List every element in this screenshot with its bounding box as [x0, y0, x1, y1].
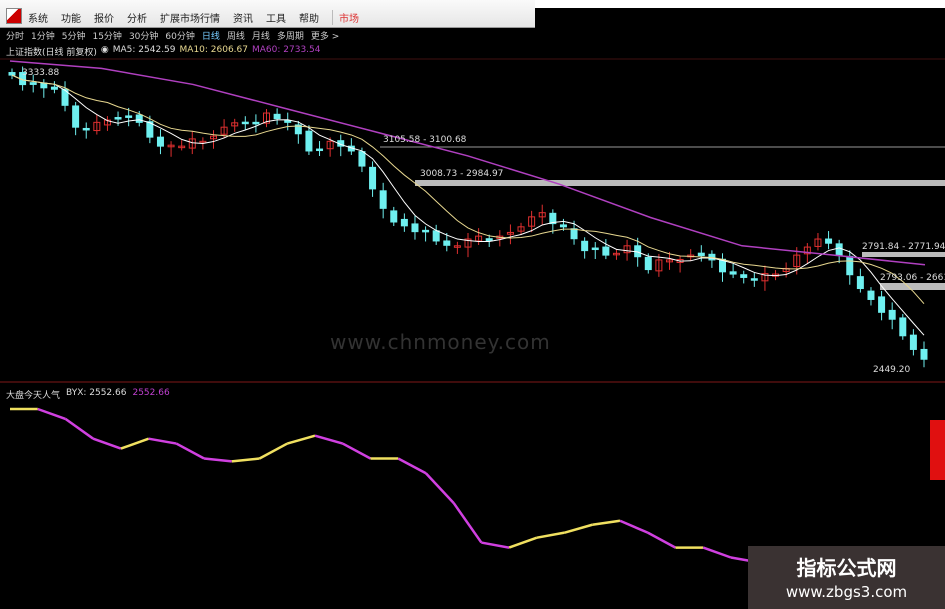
candle: [559, 224, 567, 228]
byx-segment: [92, 437, 122, 450]
indicator-info-bar: 大盘今天人气 BYX: 2552.66 2552.66: [6, 388, 170, 401]
candle: [50, 86, 58, 90]
candle: [390, 210, 398, 223]
watermark-title: 指标公式网: [796, 556, 897, 580]
candle: [72, 105, 80, 128]
candle: [125, 115, 133, 118]
byx-value-2: 2552.66: [132, 388, 170, 398]
indicator-name: 大盘今天人气: [6, 391, 61, 401]
byx-segment: [564, 523, 593, 534]
candle: [909, 334, 917, 350]
byx-segment: [203, 457, 232, 463]
candle: [697, 252, 705, 257]
candle: [114, 117, 122, 120]
watermark-url: www.zbgs3.com: [785, 583, 908, 601]
byx-segment: [647, 531, 677, 549]
byx-segment: [64, 417, 94, 440]
byx-value: BYX: 2552.66: [66, 388, 127, 398]
candle: [82, 127, 90, 131]
candle: [740, 274, 748, 278]
price-chart[interactable]: 3333.88 3105.58 - 3100.68 3008.73 - 2984…: [0, 0, 945, 609]
byx-segment: [702, 546, 732, 559]
level-label-2: 3008.73 - 2984.97: [420, 169, 503, 179]
byx-segment: [286, 434, 316, 445]
candle: [156, 136, 164, 147]
byx-segment: [258, 442, 288, 460]
candle: [422, 229, 430, 233]
candle: [316, 148, 324, 152]
watermark: 指标公式网 www.zbgs3.com: [748, 546, 945, 609]
candle: [729, 271, 737, 275]
level-label-3: 2791.84 - 2771.94: [862, 242, 945, 252]
byx-segment: [175, 442, 205, 460]
byx-segment: [592, 519, 621, 526]
low-label: 2449.20: [873, 365, 910, 375]
byx-segment: [148, 437, 177, 445]
ma5-line: [11, 74, 925, 336]
candle: [825, 238, 833, 244]
candle: [920, 348, 928, 360]
candle: [899, 317, 907, 337]
candle: [570, 228, 578, 240]
candle: [252, 121, 260, 125]
byx-segment: [397, 457, 427, 475]
candle: [411, 223, 419, 233]
level-bar-3: [862, 252, 945, 257]
candle: [644, 256, 652, 271]
candle: [379, 190, 387, 209]
candle: [135, 114, 143, 123]
candle: [241, 121, 249, 125]
level-label-1: 3105.58 - 3100.68: [383, 135, 467, 145]
candle: [750, 278, 758, 281]
candle: [888, 309, 896, 320]
byx-segment: [314, 434, 344, 445]
candle: [878, 296, 886, 313]
candle: [867, 290, 875, 300]
byx-segment: [37, 407, 66, 421]
candle: [846, 255, 854, 276]
volume-marker: [930, 420, 945, 480]
byx-segment: [342, 442, 372, 460]
candle: [432, 230, 440, 242]
byx-segment: [424, 472, 455, 504]
level-label-4: 2793.06 - 2661: [880, 273, 945, 283]
ma-lines: [9, 60, 926, 336]
ma10-line: [11, 74, 925, 305]
byx-segment: [619, 519, 649, 534]
candle: [369, 166, 377, 190]
candle: [835, 243, 843, 256]
candle: [8, 72, 16, 76]
candle: [358, 151, 366, 167]
candle: [284, 120, 292, 123]
candle: [40, 82, 48, 89]
candle: [591, 247, 599, 251]
level-bar-4: [880, 283, 945, 290]
candle: [602, 246, 610, 256]
candle: [273, 113, 281, 120]
candle: [443, 240, 451, 246]
candle: [29, 82, 37, 85]
byx-segment: [508, 536, 538, 549]
byx-line: [10, 407, 926, 564]
candle: [581, 240, 589, 252]
byx-segment: [120, 437, 150, 450]
level-bar-2: [415, 180, 945, 186]
byx-segment: [231, 457, 260, 463]
candle: [305, 130, 313, 152]
candle: [856, 276, 864, 290]
candles: [8, 66, 928, 368]
byx-segment: [452, 502, 483, 544]
byx-segment: [481, 541, 510, 549]
byx-segment: [536, 531, 565, 539]
high-label: 3333.88: [22, 68, 59, 78]
candle: [400, 218, 408, 227]
